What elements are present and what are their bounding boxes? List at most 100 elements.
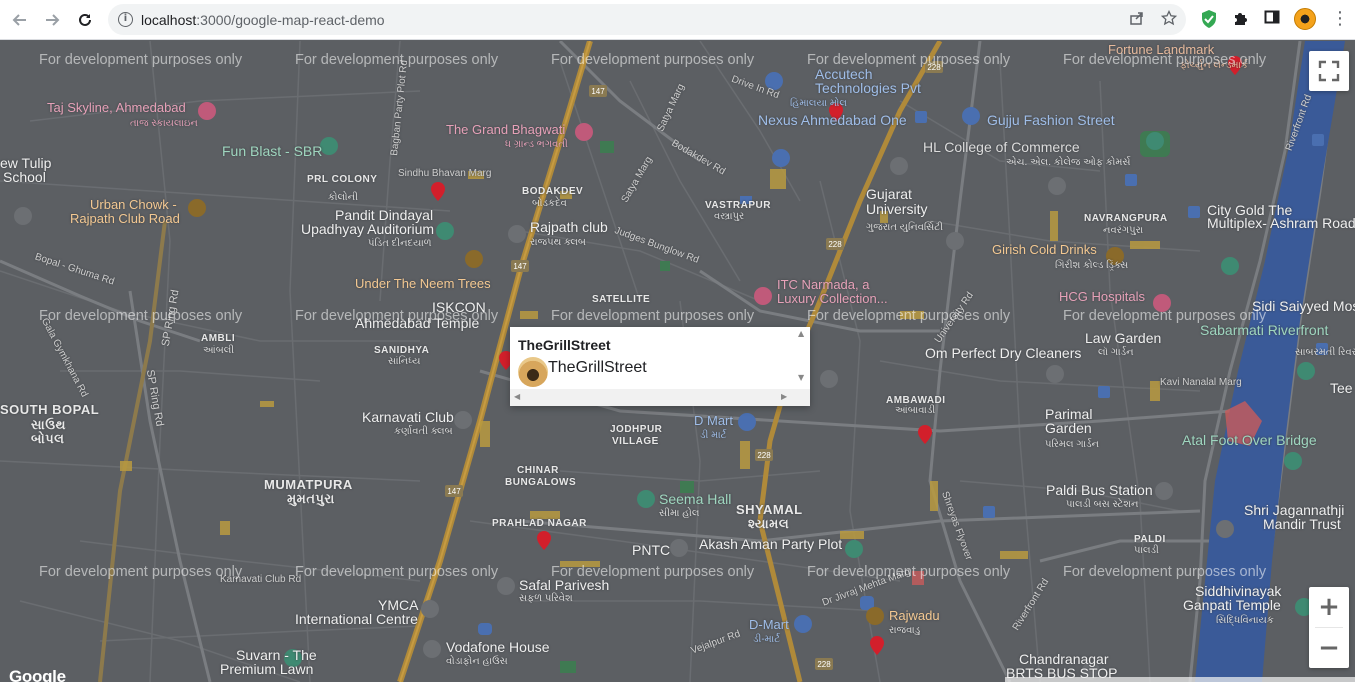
map-label-lawgarden[interactable]: Law Garden — [1085, 331, 1161, 345]
map-label-sabarmati[interactable]: Sabarmati Riverfront — [1200, 323, 1328, 337]
map-label-taj[interactable]: Taj Skyline, Ahmedabad — [47, 101, 186, 115]
url-path: :3000/google-map-react-demo — [196, 12, 385, 28]
back-icon[interactable] — [8, 8, 32, 32]
google-map[interactable]: 147 147 147 228 228 228 228 Fortune Land… — [0, 41, 1355, 682]
map-label-pntc[interactable]: PNTC — [632, 543, 670, 557]
map-label-gujarat-uni[interactable]: Gujarat — [866, 187, 912, 201]
map-label-omperfect[interactable]: Om Perfect Dry Cleaners — [925, 346, 1081, 360]
dev-watermark: For development purposes only — [295, 52, 499, 68]
map-label-shri-2[interactable]: Mandir Trust — [1263, 517, 1341, 531]
dev-watermark: For development purposes only — [1063, 308, 1267, 324]
map-label-atal[interactable]: Atal Foot Over Bridge — [1182, 433, 1317, 447]
map-label-karnavati[interactable]: Karnavati Club — [362, 410, 454, 424]
scroll-up-arrow-icon[interactable]: ▲ — [798, 329, 804, 338]
map-label-hl[interactable]: HL College of Commerce — [923, 140, 1080, 154]
side-panel-icon[interactable] — [1264, 9, 1284, 29]
share-icon[interactable] — [1128, 10, 1146, 28]
map-label-tulip[interactable]: ew Tulip — [0, 156, 51, 170]
map-label-suvarn[interactable]: Suvarn - The — [236, 648, 317, 662]
shield-extension-icon[interactable] — [1200, 9, 1220, 29]
road-kavi-nanalal: Kavi Nanalal Marg — [1160, 377, 1242, 388]
map-label-accutech-2[interactable]: Technologies Pvt — [815, 81, 921, 95]
scroll-down-arrow-icon[interactable]: ▼ — [798, 373, 804, 382]
map-label-paldi-local: પાલડી — [1134, 545, 1159, 556]
map-label-dmart-2[interactable]: D-Mart — [749, 618, 789, 632]
fullscreen-button[interactable] — [1309, 51, 1349, 91]
map-label-pandit-2[interactable]: Upadhyay Auditorium — [301, 222, 434, 236]
map-label-siddhi-2[interactable]: Ganpati Temple — [1183, 598, 1281, 612]
map-label-pandit[interactable]: Pandit Dindayal — [335, 208, 433, 222]
map-label-neem[interactable]: Under The Neem Trees — [355, 277, 491, 291]
zoom-out-button[interactable]: − — [1309, 628, 1349, 668]
zoom-in-button[interactable]: + — [1309, 587, 1349, 627]
svg-text:228: 228 — [828, 240, 842, 249]
map-label-hl-local: એચ. એલ. કોલેજ ઓફ કોમર્સ — [1006, 157, 1131, 168]
puzzle-extension-icon[interactable] — [1232, 9, 1252, 29]
map-label-accutech[interactable]: Accutech — [815, 67, 873, 81]
dev-watermark: For development purposes only — [39, 52, 243, 68]
fullscreen-icon — [1318, 60, 1340, 82]
map-label-ymca[interactable]: YMCA — [378, 598, 418, 612]
map-info-window[interactable]: TheGrillStreet TheGrillStreet ▲ ▼ ◀ ▶ — [510, 327, 810, 406]
scroll-left-arrow-icon[interactable]: ◀ — [514, 392, 520, 401]
map-label-shyamal: SHYAMAL — [736, 502, 803, 517]
map-label-itc-2[interactable]: Luxury Collection... — [777, 292, 888, 306]
map-label-gujju[interactable]: Gujju Fashion Street — [987, 113, 1115, 127]
info-window-horizontal-scrollbar[interactable]: ◀ ▶ — [510, 389, 810, 406]
url-text[interactable]: localhost:3000/google-map-react-demo — [141, 12, 385, 28]
map-label-suvarn-2[interactable]: Premium Lawn — [220, 662, 313, 676]
info-window-vertical-scrollbar[interactable]: ▲ ▼ — [794, 327, 810, 389]
reload-icon[interactable] — [73, 8, 97, 32]
map-label-tulip-2[interactable]: School — [3, 170, 46, 184]
map-label-hcg[interactable]: HCG Hospitals — [1059, 290, 1145, 304]
map-label-urban[interactable]: Urban Chowk - — [90, 198, 177, 212]
map-label-shyamal-local: શ્યામલ — [748, 516, 790, 531]
map-label-paldibus[interactable]: Paldi Bus Station — [1046, 483, 1153, 497]
star-icon[interactable] — [1160, 9, 1178, 28]
map-label-seema[interactable]: Seema Hall — [659, 492, 731, 506]
map-label-sidi[interactable]: Sidi Saiyyed Mos — [1252, 299, 1355, 313]
map-label-parimal-2[interactable]: Garden — [1045, 421, 1092, 435]
map-label-safal[interactable]: Safal Parivesh — [519, 578, 609, 592]
map-label-gujarat-uni-2[interactable]: University — [866, 202, 927, 216]
map-label-citygold-2[interactable]: Multiplex- Ashram Road — [1207, 216, 1355, 230]
map-label-grand[interactable]: The Grand Bhagwati — [446, 123, 565, 137]
map-label-akash[interactable]: Akash Aman Party Plot — [699, 537, 842, 551]
road-sindhu: Sindhu Bhavan Marg — [398, 168, 492, 179]
map-label-funblast[interactable]: Fun Blast - SBR — [222, 144, 322, 158]
address-bar[interactable]: i localhost:3000/google-map-react-demo — [108, 4, 1186, 35]
map-label-rajwadu[interactable]: Rajwadu — [889, 609, 940, 623]
map-label-girish[interactable]: Girish Cold Drinks — [992, 243, 1097, 257]
google-logo[interactable]: Google — [9, 667, 66, 682]
map-label-jodhpur-2: VILLAGE — [612, 436, 659, 447]
map-label-shri[interactable]: Shri Jagannathji — [1244, 503, 1344, 517]
map-label-paldibus-local: પાલડી બસ સ્ટેશન — [1066, 499, 1139, 510]
dev-watermark: For development purposes only — [39, 308, 243, 324]
map-label-ymca-2[interactable]: International Centre — [295, 612, 418, 626]
map-label-sanidhya-local: સાંનિધ્ય — [388, 356, 421, 367]
route-147-shield: 147 — [591, 87, 605, 96]
map-label-vodafone[interactable]: Vodafone House — [446, 640, 550, 654]
browser-menu-icon[interactable]: ⋮ — [1331, 9, 1349, 29]
map-label-dmart-2-local: ડી-માર્ટ — [753, 634, 781, 645]
map-label-dmart-1[interactable]: D Mart — [694, 414, 733, 428]
dev-watermark: For development purposes only — [551, 308, 755, 324]
forward-icon[interactable] — [40, 8, 64, 32]
map-label-teej[interactable]: Tee — [1330, 381, 1353, 395]
profile-avatar[interactable] — [1294, 8, 1316, 30]
site-info-icon[interactable]: i — [118, 12, 133, 27]
map-label-accutech-local: હિમાલયા મોલ — [790, 98, 847, 109]
map-label-vastrapur-local: વસ્ત્રાપુર — [714, 211, 745, 222]
map-label-parimal[interactable]: Parimal — [1045, 407, 1092, 421]
map-label-siddhi[interactable]: Siddhivinayak — [1195, 584, 1281, 598]
map-label-rajpath[interactable]: Rajpath club — [530, 220, 608, 234]
map-label-urban-2[interactable]: Rajpath Club Road — [70, 212, 180, 226]
scroll-right-arrow-icon[interactable]: ▶ — [781, 392, 787, 401]
dev-watermark: For development purposes only — [295, 564, 499, 580]
map-label-seema-local: સીમા હોલ — [659, 508, 700, 519]
zoom-control: + − — [1309, 587, 1349, 668]
map-label-itc[interactable]: ITC Narmada, a — [777, 278, 869, 292]
map-label-nexus[interactable]: Nexus Ahmedabad One — [758, 113, 907, 127]
map-label-chandranagar[interactable]: Chandranagar — [1019, 652, 1109, 666]
map-label-mumatpura-local: મુમતપુરા — [287, 491, 335, 506]
